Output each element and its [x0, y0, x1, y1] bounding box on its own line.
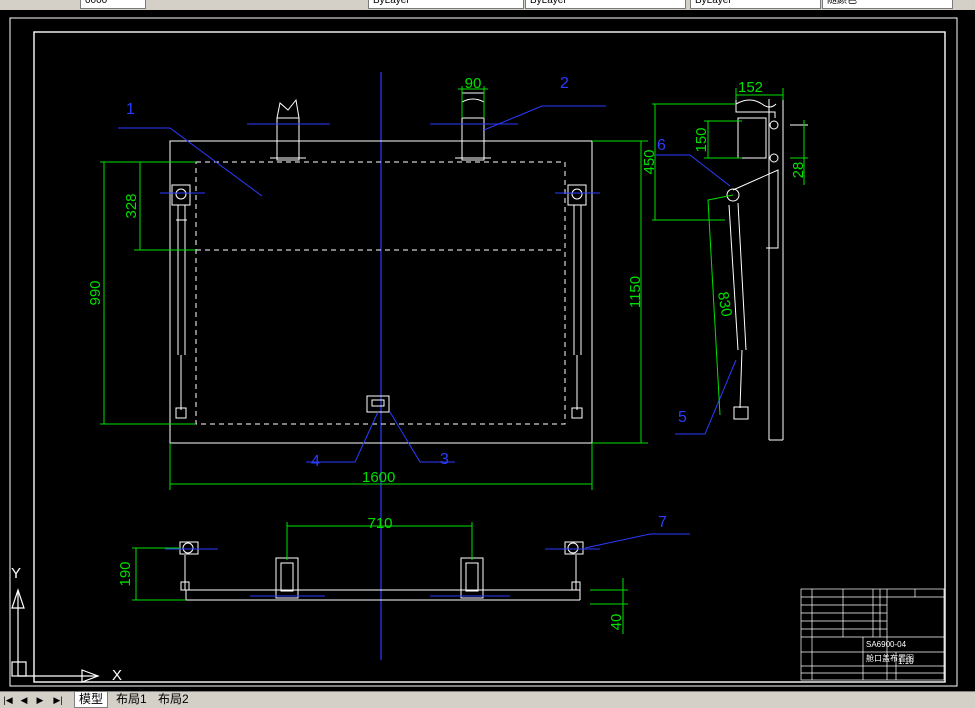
model-space-canvas[interactable]: 1600 1150 990 328 90 1 2 3 4 5 6 7 152 1… [0, 10, 975, 691]
dim-front-height: 1150 [627, 276, 644, 308]
first-tab-button[interactable]: |◀ [2, 694, 14, 706]
drawing-number: SA6900-04 [866, 640, 907, 649]
part-label-1: 1 [126, 101, 135, 118]
dim-left-span: 990 [87, 280, 104, 305]
left-hinge-bracket [171, 184, 191, 206]
part-label-6: 6 [657, 137, 666, 154]
tab-layout1[interactable]: 布局1 [112, 692, 151, 707]
hinge-break-left [276, 98, 300, 119]
layer-name-field[interactable]: 0000 [80, 0, 146, 9]
part-label-3: 3 [440, 451, 449, 468]
ucs-icon [11, 588, 100, 683]
dim-bottom-190: 190 [117, 561, 134, 586]
dim-bottom-span: 710 [367, 515, 392, 532]
title-block [800, 588, 945, 681]
ucs-y-label: Y [11, 565, 21, 582]
linetype-dropdown[interactable]: ByLayer [525, 0, 686, 9]
next-tab-button[interactable]: ▶ [34, 694, 46, 706]
bottom-dimensions [132, 522, 628, 634]
side-view [726, 95, 808, 441]
dim-side-top: 152 [738, 79, 763, 96]
dim-side-150: 150 [693, 127, 710, 152]
dim-hinge-width: 90 [465, 75, 482, 92]
left-hinge-pin [175, 188, 187, 200]
lineweight-dropdown[interactable]: ByLayer [690, 0, 821, 9]
last-tab-button[interactable]: ▶| [52, 694, 64, 706]
drawing-scale: 1:10 [898, 657, 914, 666]
side-dimensions [652, 88, 808, 416]
dim-side-450: 450 [641, 149, 658, 174]
cad-drawing: 1600 1150 990 328 90 1 2 3 4 5 6 7 152 1… [9, 17, 958, 687]
properties-toolbar: 0000 ByLayer ByLayer ByLayer 随颜色 [0, 0, 975, 10]
prev-tab-button[interactable]: ◀ [18, 694, 30, 706]
part-label-2: 2 [560, 75, 569, 92]
right-hinge-pin [571, 188, 583, 200]
part-label-5: 5 [678, 409, 687, 426]
dim-bottom-40: 40 [608, 614, 625, 631]
color-dropdown[interactable]: ByLayer [368, 0, 524, 9]
dim-side-830: 830 [714, 290, 735, 318]
front-dimensions [100, 86, 648, 490]
part-label-7: 7 [658, 514, 667, 531]
tab-model[interactable]: 模型 [74, 692, 109, 708]
right-hinge-bracket [567, 184, 587, 206]
dim-side-28: 28 [790, 162, 807, 179]
tab-layout2[interactable]: 布局2 [154, 692, 193, 707]
side-strut-foot [733, 406, 749, 420]
dim-left-offset: 328 [123, 193, 140, 218]
plotstyle-dropdown[interactable]: 随颜色 [822, 0, 953, 9]
layout-tab-bar: |◀ ◀ ▶ ▶| 模型 布局1 布局2 [0, 691, 975, 708]
ucs-x-label: X [112, 667, 122, 684]
dim-front-width: 1600 [362, 469, 395, 486]
drawing-frame [33, 31, 946, 683]
lock-handle [366, 395, 390, 413]
part-label-4: 4 [311, 453, 320, 470]
